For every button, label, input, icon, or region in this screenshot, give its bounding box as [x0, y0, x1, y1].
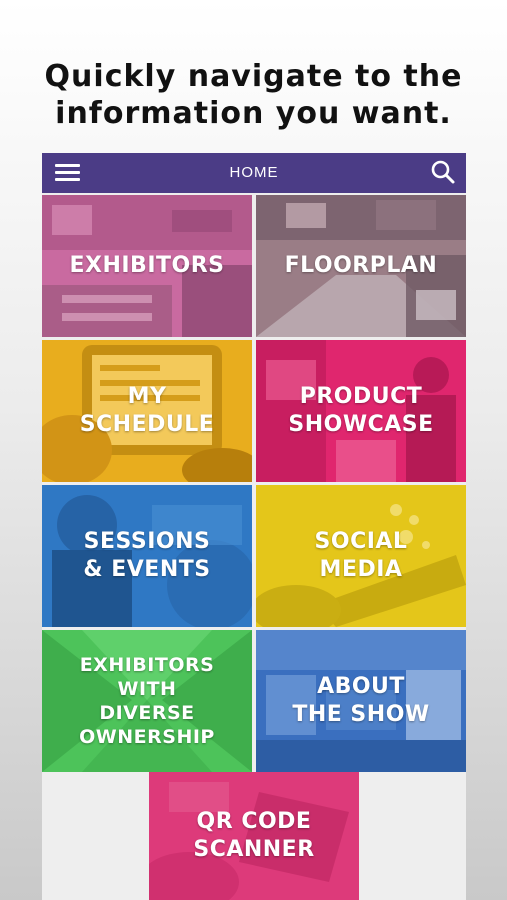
tile-social-media[interactable]: SOCIAL MEDIA: [256, 485, 466, 627]
tile-exhibitors-diverse-ownership[interactable]: EXHIBITORS WITH DIVERSE OWNERSHIP: [42, 630, 252, 772]
tile-label-product-showcase: PRODUCT SHOWCASE: [288, 384, 434, 437]
tile-label-qr-code-scanner: QR CODE SCANNER: [193, 809, 315, 862]
headline-line-2: information you want.: [55, 96, 452, 131]
search-icon[interactable]: [430, 159, 456, 185]
tile-product-showcase[interactable]: PRODUCT SHOWCASE: [256, 340, 466, 482]
tile-about-the-show[interactable]: ABOUT THE SHOW: [256, 630, 466, 772]
tile-my-schedule[interactable]: MY SCHEDULE: [42, 340, 252, 482]
app-bar-title: HOME: [229, 164, 279, 181]
tile-label-social-media: SOCIAL MEDIA: [314, 529, 408, 582]
app-bar: HOME: [42, 153, 466, 193]
tile-qr-code-scanner[interactable]: QR CODE SCANNER: [149, 772, 359, 900]
headline-line-1: Quickly navigate to the: [44, 59, 463, 94]
menu-grid: EXHIBITORS FLOORPLAN MY SCHEDULE PRODUCT…: [42, 195, 466, 772]
tile-label-exhibitors: EXHIBITORS: [69, 253, 225, 278]
tile-label-sessions-events: SESSIONS & EVENTS: [83, 529, 211, 582]
tile-label-about-the-show: ABOUT THE SHOW: [292, 674, 430, 727]
tile-floorplan[interactable]: FLOORPLAN: [256, 195, 466, 337]
tile-label-floorplan: FLOORPLAN: [284, 253, 438, 278]
tile-label-my-schedule: MY SCHEDULE: [79, 384, 215, 437]
headline: Quickly navigate to the information you …: [0, 58, 507, 132]
tile-exhibitors[interactable]: EXHIBITORS: [42, 195, 252, 337]
app-screen: HOME EXHIBITORS FLOORPLAN MY SCHEDULE PR…: [42, 153, 466, 900]
tile-sessions-events[interactable]: SESSIONS & EVENTS: [42, 485, 252, 627]
tile-label-exhibitors-diverse-ownership: EXHIBITORS WITH DIVERSE OWNERSHIP: [79, 654, 215, 748]
